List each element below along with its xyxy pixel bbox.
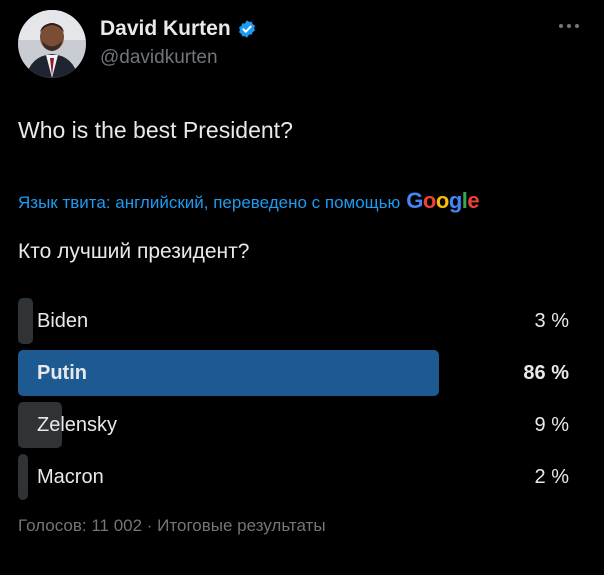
verified-badge-icon	[237, 19, 257, 39]
translated-text: Кто лучший президент?	[18, 240, 250, 263]
tweet-text: Who is the best President?	[18, 117, 293, 143]
poll-option-label: Biden	[37, 310, 89, 332]
poll: Biden 3 % Putin 86 % Zelensky 9 % Macron…	[18, 298, 569, 506]
poll-option-label: Putin	[37, 362, 87, 384]
poll-bar	[18, 454, 28, 500]
profile-photo-icon	[18, 10, 86, 78]
poll-bar	[18, 298, 33, 344]
poll-option-percent: 9 %	[534, 414, 569, 436]
poll-summary: Голосов: 11 002 · Итоговые результаты	[18, 516, 326, 535]
google-logo: Google	[406, 188, 480, 213]
translation-label: Язык твита: английский, переведено с пом…	[18, 193, 401, 212]
more-options-icon[interactable]	[556, 16, 582, 36]
poll-option-putin[interactable]: Putin 86 %	[18, 350, 569, 396]
author-handle[interactable]: @davidkurten	[100, 47, 218, 69]
author-name-row: David Kurten	[100, 17, 257, 41]
translation-link[interactable]: Язык твита: английский, переведено с пом…	[18, 188, 480, 214]
poll-option-label: Macron	[37, 466, 104, 488]
poll-option-label: Zelensky	[37, 414, 118, 436]
author-display-name[interactable]: David Kurten	[100, 17, 231, 41]
tweet-header: David Kurten @davidkurten	[18, 10, 586, 80]
poll-option-zelensky[interactable]: Zelensky 9 %	[18, 402, 569, 448]
poll-option-percent: 86 %	[523, 362, 569, 384]
author-avatar[interactable]	[18, 10, 86, 78]
poll-option-biden[interactable]: Biden 3 %	[18, 298, 569, 344]
poll-option-percent: 3 %	[534, 310, 569, 332]
poll-option-macron[interactable]: Macron 2 %	[18, 454, 569, 500]
poll-option-percent: 2 %	[534, 466, 569, 488]
